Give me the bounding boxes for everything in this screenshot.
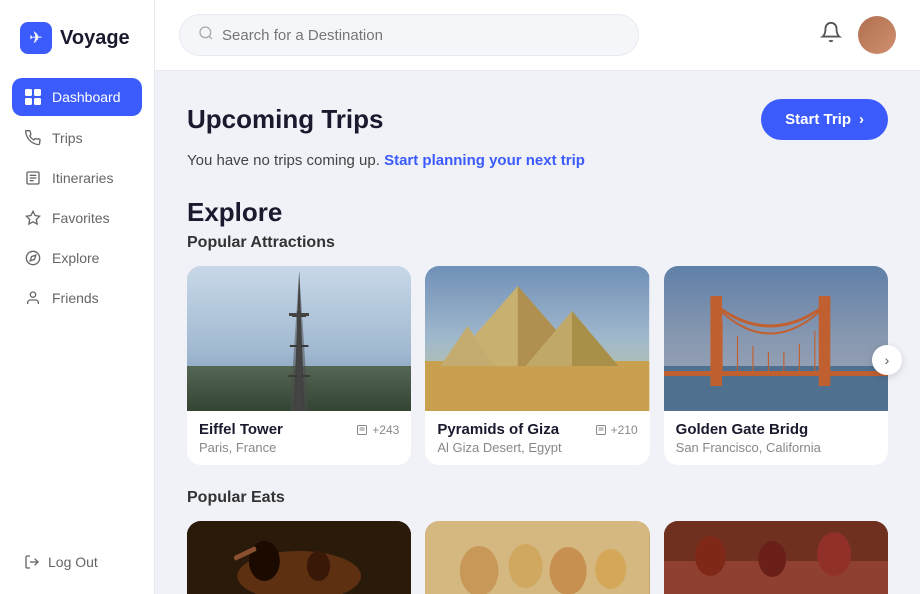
golden-gate-name: Golden Gate Bridg bbox=[676, 421, 809, 438]
sidebar-item-label-dashboard: Dashboard bbox=[52, 89, 121, 105]
notification-bell-icon[interactable] bbox=[820, 21, 842, 49]
eiffel-svg bbox=[187, 266, 411, 411]
avatar[interactable] bbox=[858, 16, 896, 54]
sidebar-item-label-explore: Explore bbox=[52, 250, 99, 266]
header-right bbox=[820, 16, 896, 54]
favorites-icon bbox=[24, 210, 42, 226]
avatar-image bbox=[858, 16, 896, 54]
main-content: Upcoming Trips Start Trip › You have no … bbox=[155, 0, 920, 594]
pyramids-info: Pyramids of Giza +210 Al Giza Desert, Eg… bbox=[425, 411, 649, 465]
eiffel-location: Paris, France bbox=[199, 440, 399, 455]
popular-eats-label: Popular Eats bbox=[187, 489, 888, 507]
sidebar-item-favorites[interactable]: Favorites bbox=[12, 200, 142, 236]
pyramids-count: +210 bbox=[595, 423, 638, 437]
pyramids-image bbox=[425, 266, 649, 411]
start-planning-link[interactable]: Start planning your next trip bbox=[384, 152, 585, 169]
eiffel-image bbox=[187, 266, 411, 411]
sidebar-item-friends[interactable]: Friends bbox=[12, 280, 142, 316]
sidebar-item-dashboard[interactable]: Dashboard bbox=[12, 78, 142, 116]
pyramids-name-row: Pyramids of Giza +210 bbox=[437, 421, 637, 438]
food-image-1 bbox=[187, 521, 411, 594]
eats-card-3[interactable] bbox=[664, 521, 888, 594]
sidebar-item-label-trips: Trips bbox=[52, 130, 83, 146]
search-bar[interactable] bbox=[179, 14, 639, 56]
logout-button[interactable]: Log Out bbox=[24, 554, 130, 570]
golden-gate-info: Golden Gate Bridg San Francisco, Califor… bbox=[664, 411, 888, 465]
sidebar-footer: Log Out bbox=[0, 538, 154, 594]
eats-cards-row bbox=[187, 521, 888, 594]
explore-icon bbox=[24, 250, 42, 266]
logout-label: Log Out bbox=[48, 554, 98, 570]
eiffel-name-row: Eiffel Tower +243 bbox=[199, 421, 399, 438]
sidebar-item-label-itineraries: Itineraries bbox=[52, 170, 113, 186]
pyramids-name: Pyramids of Giza bbox=[437, 421, 559, 438]
logo[interactable]: ✈ Voyage bbox=[0, 0, 154, 78]
attraction-card-pyramids[interactable]: Pyramids of Giza +210 Al Giza Desert, Eg… bbox=[425, 266, 649, 465]
eiffel-info: Eiffel Tower +243 Paris, France bbox=[187, 411, 411, 465]
golden-gate-location: San Francisco, California bbox=[676, 440, 876, 455]
no-trips-text: You have no trips coming up. bbox=[187, 152, 380, 169]
eats-card-1[interactable] bbox=[187, 521, 411, 594]
upcoming-trips-title: Upcoming Trips bbox=[187, 104, 383, 135]
eiffel-name: Eiffel Tower bbox=[199, 421, 283, 438]
start-trip-button[interactable]: Start Trip › bbox=[761, 99, 888, 140]
itineraries-icon bbox=[24, 170, 42, 186]
friends-icon bbox=[24, 290, 42, 306]
cards-next-button[interactable]: › bbox=[872, 345, 902, 375]
food-image-3 bbox=[664, 521, 888, 594]
golden-gate-name-row: Golden Gate Bridg bbox=[676, 421, 876, 438]
content-area: Upcoming Trips Start Trip › You have no … bbox=[155, 71, 920, 594]
search-input[interactable] bbox=[222, 27, 620, 44]
attraction-cards-row: Eiffel Tower +243 Paris, France bbox=[187, 266, 888, 465]
sidebar-item-itineraries[interactable]: Itineraries bbox=[12, 160, 142, 196]
logo-icon: ✈ bbox=[20, 22, 52, 54]
sidebar-item-label-friends: Friends bbox=[52, 290, 99, 306]
eats-card-2[interactable] bbox=[425, 521, 649, 594]
attraction-card-golden-gate[interactable]: Golden Gate Bridg San Francisco, Califor… bbox=[664, 266, 888, 465]
sidebar-nav: Dashboard Trips Itineraries bbox=[0, 78, 154, 538]
logout-icon bbox=[24, 554, 40, 570]
sidebar-item-trips[interactable]: Trips bbox=[12, 120, 142, 156]
explore-title: Explore bbox=[187, 197, 888, 228]
pyramids-svg bbox=[425, 266, 649, 411]
food-image-2 bbox=[425, 521, 649, 594]
app-name: Voyage bbox=[60, 27, 130, 50]
no-trips-message: You have no trips coming up. Start plann… bbox=[187, 152, 888, 169]
start-trip-label: Start Trip bbox=[785, 111, 851, 128]
search-icon bbox=[198, 25, 214, 45]
sidebar-item-label-favorites: Favorites bbox=[52, 210, 110, 226]
golden-gate-svg bbox=[664, 266, 888, 411]
attraction-card-eiffel[interactable]: Eiffel Tower +243 Paris, France bbox=[187, 266, 411, 465]
header bbox=[155, 0, 920, 71]
sidebar-item-explore[interactable]: Explore bbox=[12, 240, 142, 276]
sidebar: ✈ Voyage Dashboard Trips bbox=[0, 0, 155, 594]
trips-icon bbox=[24, 130, 42, 146]
start-trip-arrow-icon: › bbox=[859, 111, 864, 128]
golden-gate-image bbox=[664, 266, 888, 411]
popular-attractions-label: Popular Attractions bbox=[187, 234, 888, 252]
pyramids-location: Al Giza Desert, Egypt bbox=[437, 440, 637, 455]
eiffel-count: +243 bbox=[356, 423, 399, 437]
upcoming-trips-header: Upcoming Trips Start Trip › bbox=[187, 99, 888, 140]
dashboard-icon bbox=[24, 88, 42, 106]
